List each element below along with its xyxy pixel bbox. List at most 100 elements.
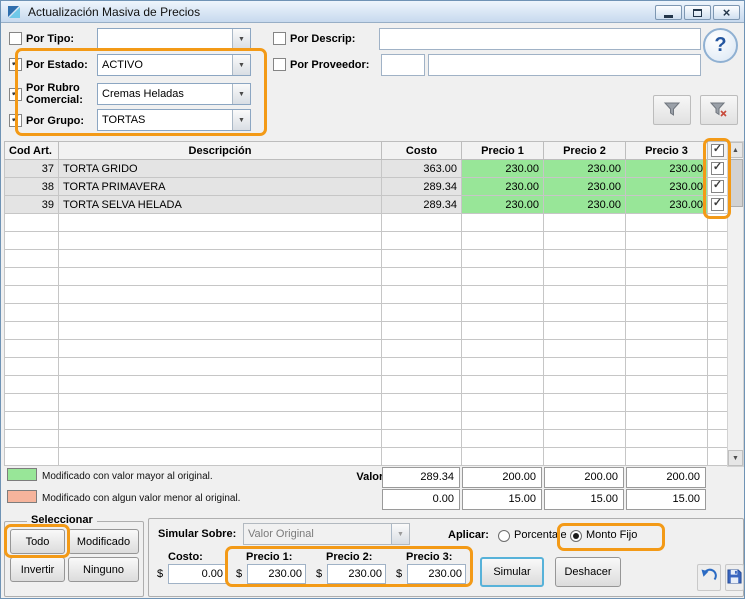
cell-precio1: 230.00 (462, 178, 544, 196)
cell-costo: 289.34 (382, 178, 462, 196)
simular-sobre-label: Simular Sobre: (158, 528, 236, 540)
chevron-down-icon[interactable]: ▼ (232, 110, 250, 130)
empty-row (5, 412, 728, 430)
cell-desc: TORTA GRIDO (59, 160, 382, 178)
minimize-button[interactable] (655, 5, 682, 20)
variation-precio3: 15.00 (626, 489, 706, 510)
col-header-descripcion[interactable]: Descripción (59, 142, 382, 160)
row-select-cell: ✓ (708, 178, 728, 196)
empty-row (5, 214, 728, 232)
legend-pink-swatch (7, 490, 37, 503)
cell-precio3: 230.00 (626, 196, 708, 214)
descrip-checkbox[interactable] (273, 32, 286, 45)
rubro-checkbox[interactable]: ✓ (9, 88, 22, 101)
monto-fijo-radio-label[interactable]: Monto Fijo (586, 529, 637, 541)
select-all-checkbox[interactable]: ✓ (711, 144, 724, 157)
table-row[interactable]: 37 TORTA GRIDO 363.00 230.00 230.00 230.… (5, 160, 728, 178)
maximize-button[interactable] (684, 5, 711, 20)
funnel-icon (663, 100, 681, 121)
table-row[interactable]: 39 TORTA SELVA HELADA 289.34 230.00 230.… (5, 196, 728, 214)
row-checkbox[interactable]: ✓ (711, 198, 724, 211)
row-checkbox[interactable]: ✓ (711, 162, 724, 175)
tipo-checkbox[interactable] (9, 32, 22, 45)
cell-precio3: 230.00 (626, 178, 708, 196)
precio3-label: Precio 3: (406, 551, 452, 563)
simular-button[interactable]: Simular (480, 557, 544, 587)
tipo-label: Por Tipo: (26, 33, 74, 45)
col-header-precio1[interactable]: Precio 1 (462, 142, 544, 160)
cell-costo: 289.34 (382, 196, 462, 214)
app-logo-icon (6, 4, 22, 20)
col-header-precio2[interactable]: Precio 2 (544, 142, 626, 160)
chevron-down-icon[interactable]: ▼ (232, 84, 250, 104)
col-header-cod[interactable]: Cod Art. (5, 142, 59, 160)
empty-row (5, 322, 728, 340)
empty-row (5, 250, 728, 268)
rubro-combo[interactable]: Cremas Heladas ▼ (97, 83, 251, 105)
col-header-costo[interactable]: Costo (382, 142, 462, 160)
descrip-input[interactable] (379, 28, 701, 50)
monto-fijo-radio[interactable] (570, 530, 582, 542)
filter-button[interactable] (653, 95, 691, 125)
chevron-down-icon[interactable]: ▼ (232, 55, 250, 75)
apply-filter-button[interactable] (700, 95, 738, 125)
precio3-input[interactable] (407, 564, 466, 584)
estado-combo[interactable]: ACTIVO ▼ (97, 54, 251, 76)
row-checkbox[interactable]: ✓ (711, 180, 724, 193)
grupo-combo[interactable]: TORTAS ▼ (97, 109, 251, 131)
tipo-combo[interactable]: ▼ (97, 28, 251, 50)
variation-precio1: 15.00 (462, 489, 542, 510)
costo-label: Costo: (168, 551, 203, 563)
scroll-up-button[interactable]: ▲ (728, 142, 743, 158)
proveedor-name-input[interactable] (428, 54, 701, 76)
original-costo: 289.34 (382, 467, 460, 488)
undo-button[interactable] (697, 564, 721, 591)
cell-precio1: 230.00 (462, 160, 544, 178)
cell-precio3: 230.00 (626, 160, 708, 178)
save-button[interactable] (725, 564, 744, 591)
simular-sobre-combo[interactable]: Valor Original ▼ (243, 523, 410, 545)
invertir-button[interactable]: Invertir (10, 557, 65, 582)
ninguno-button[interactable]: Ninguno (68, 557, 139, 582)
col-header-select: ✓ (708, 142, 728, 160)
col-header-precio3[interactable]: Precio 3 (626, 142, 708, 160)
legend-green-swatch (7, 468, 37, 481)
scrollbar-thumb[interactable] (728, 159, 743, 207)
grid-header-row: Cod Art. Descripción Costo Precio 1 Prec… (5, 142, 728, 160)
close-button[interactable]: × (713, 5, 740, 20)
costo-input[interactable] (168, 564, 227, 584)
todo-button[interactable]: Todo (10, 529, 65, 554)
estado-checkbox[interactable]: ✓ (9, 58, 22, 71)
cell-cod: 39 (5, 196, 59, 214)
vertical-scrollbar[interactable]: ▲ ▼ (727, 141, 744, 467)
proveedor-code-input[interactable] (381, 54, 425, 76)
price-update-window: Actualización Masiva de Precios × Por Ti… (0, 0, 745, 599)
modificado-button[interactable]: Modificado (68, 529, 139, 554)
precio2-input[interactable] (327, 564, 386, 584)
question-icon: ? (714, 34, 726, 57)
currency-symbol: $ (236, 568, 242, 580)
cell-precio1: 230.00 (462, 196, 544, 214)
porcentaje-radio[interactable] (498, 530, 510, 542)
cell-costo: 363.00 (382, 160, 462, 178)
cell-precio2: 230.00 (544, 178, 626, 196)
rubro-label-line2: Comercial: (26, 94, 83, 106)
maximize-icon (693, 9, 702, 17)
scroll-down-button[interactable]: ▼ (728, 450, 743, 466)
currency-symbol: $ (316, 568, 322, 580)
grupo-checkbox[interactable]: ✓ (9, 114, 22, 127)
deshacer-button[interactable]: Deshacer (555, 557, 621, 587)
empty-row (5, 232, 728, 250)
title-bar[interactable]: Actualización Masiva de Precios (1, 1, 744, 23)
legend-green-text: Modificado con valor mayor al original. (42, 471, 213, 482)
porcentaje-radio-label[interactable]: Porcentaje (514, 529, 567, 541)
chevron-down-icon[interactable]: ▼ (232, 29, 250, 49)
table-row[interactable]: 38 TORTA PRIMAVERA 289.34 230.00 230.00 … (5, 178, 728, 196)
help-button[interactable]: ? (703, 28, 738, 63)
precio1-input[interactable] (247, 564, 306, 584)
articles-table: Cod Art. Descripción Costo Precio 1 Prec… (4, 141, 728, 466)
empty-row (5, 430, 728, 448)
empty-row (5, 358, 728, 376)
proveedor-checkbox[interactable] (273, 58, 286, 71)
selection-group-title: Seleccionar (27, 514, 97, 526)
